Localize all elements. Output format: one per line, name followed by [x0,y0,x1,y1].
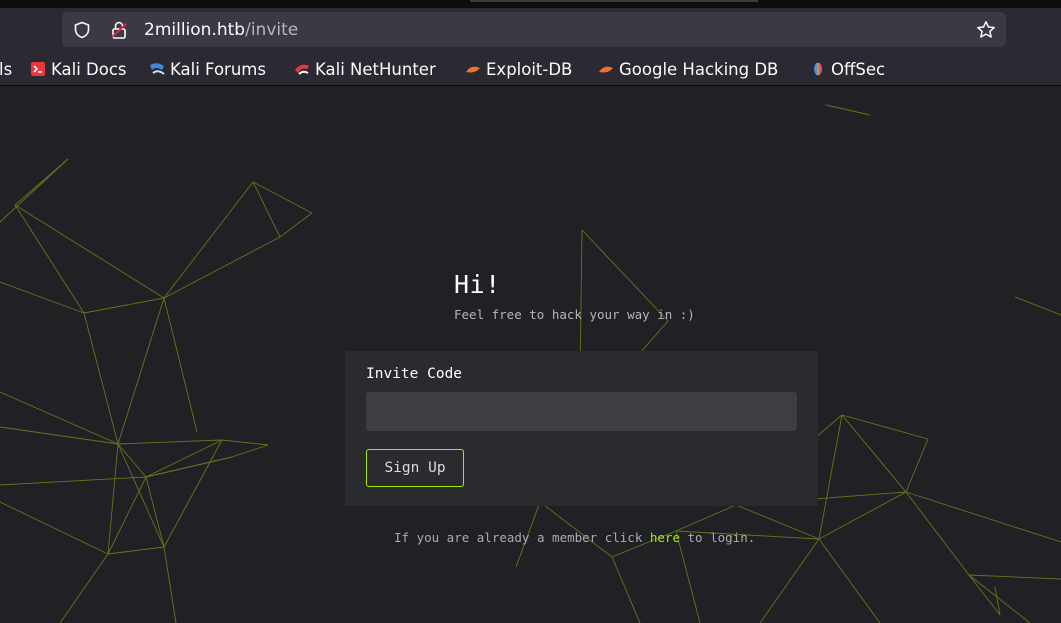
network-line [0,476,147,486]
url-host: 2million.htb [144,20,246,40]
bookmarks-toolbar: ls Kali Docs Kali Forums Kali NetHunter … [0,52,1061,86]
network-line [163,546,177,623]
network-line [759,538,820,623]
bookmark-exploit-db[interactable]: Exploit-DB [465,59,572,79]
url-path: /invite [245,20,299,40]
bookmark-label: OffSec [831,59,886,79]
network-line [231,444,269,458]
bookmark-label: Kali NetHunter [315,59,436,79]
offsec-icon [814,62,822,76]
login-prompt-text: If you are already a member click [394,530,650,545]
network-line [279,212,313,238]
network-line [117,439,223,445]
active-tab-edge[interactable] [470,0,758,2]
window-top-strip [0,0,1061,8]
network-line [83,297,165,314]
network-line [611,556,641,623]
url-text[interactable]: 2million.htb/invite [144,20,298,40]
tracking-protection-shield-icon[interactable] [73,21,91,39]
login-link[interactable]: here [650,530,680,545]
bookmark-label: Kali Forums [170,59,266,79]
login-prompt-suffix: to login. [679,530,756,545]
network-line [0,391,119,445]
invite-code-input[interactable] [366,392,797,431]
network-line [252,181,281,238]
network-line [841,414,929,440]
page-title: Hi! [454,270,501,299]
network-line [0,158,69,223]
network-line [905,491,970,576]
bookmark-kali-nethunter[interactable]: Kali NetHunter [294,59,436,79]
bookmark-label: Kali Docs [51,59,127,79]
network-line [14,204,85,314]
network-line [0,501,109,555]
bookmark-label: Google Hacking DB [619,59,779,79]
network-line [117,297,165,445]
network-line [0,281,85,314]
network-line [221,439,269,446]
network-line [0,426,119,445]
bookmark-star-icon[interactable] [976,20,996,40]
bookmark-label: ls [0,59,13,79]
network-line [117,443,147,478]
kali-nethunter-icon [295,64,309,75]
invite-page: Hi! Feel free to hack your way in :) Inv… [0,87,1061,623]
insecure-lock-icon[interactable] [109,20,129,40]
network-line [107,546,165,555]
network-line [14,204,165,299]
address-bar[interactable]: 2million.htb/invite [62,12,1006,47]
network-line [59,553,109,623]
network-line [994,586,1001,616]
network-line [675,504,737,532]
network-line [145,439,223,478]
bookmark-google-hacking-db[interactable]: Google Hacking DB [598,59,778,79]
exploit-db-icon [466,66,480,73]
network-line [145,456,233,478]
network-line [818,538,881,623]
network-line [968,574,1031,623]
invite-form-card: Invite Code Sign Up [345,351,818,506]
page-subtitle: Feel free to hack your way in :) [454,307,695,322]
network-line [14,158,69,206]
network-line [818,414,843,540]
bookmark-label: Exploit-DB [486,59,573,79]
network-line [117,443,165,548]
kali-forums-icon [150,63,165,75]
kali-docs-icon [31,62,45,76]
network-line [163,297,198,433]
bookmark-truncated[interactable]: ls [0,59,12,79]
sign-up-button[interactable]: Sign Up [366,449,464,487]
network-line [252,181,313,214]
network-line [163,181,254,299]
bookmark-kali-forums[interactable]: Kali Forums [149,59,266,79]
login-prompt: If you are already a member click here t… [394,530,755,545]
navigation-toolbar: 2million.htb/invite [0,8,1061,52]
network-line [83,312,119,445]
bookmark-kali-docs[interactable]: Kali Docs [30,59,127,79]
network-line [841,414,907,493]
google-hacking-db-icon [599,66,613,73]
network-line [163,439,223,548]
network-line [825,104,871,116]
network-line [1014,296,1061,316]
network-line [163,236,281,299]
invite-code-label: Invite Code [366,366,463,382]
network-line [905,491,1061,543]
bookmark-offsec[interactable]: OffSec [810,59,885,79]
network-line [905,438,929,493]
network-line [818,491,907,540]
network-line [968,574,1061,580]
network-line [968,574,1001,616]
